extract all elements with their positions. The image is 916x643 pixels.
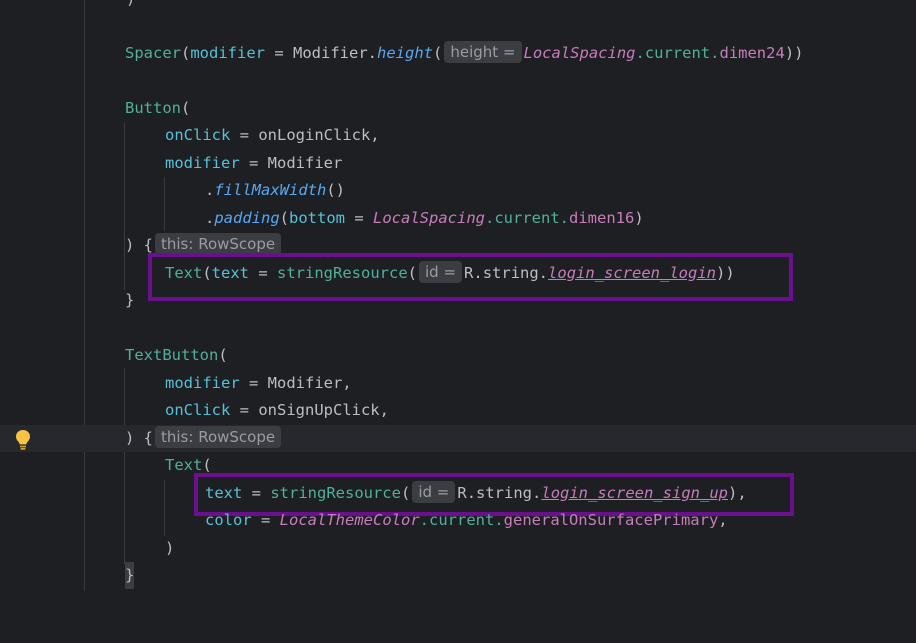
- code-color: color = LocalThemeColor.current.generalO…: [205, 511, 728, 529]
- code-text-open: Text(: [165, 456, 212, 474]
- code-line-text-open[interactable]: Text(: [0, 452, 916, 479]
- code-line-text-signup[interactable]: text = stringResource(id = R.string.login…: [0, 480, 916, 507]
- code-line-spacer[interactable]: Spacer(modifier = Modifier.height(height…: [0, 40, 916, 67]
- code-line-onclick[interactable]: onClick = onLoginClick,: [0, 122, 916, 149]
- code-line-modifier-2[interactable]: modifier = Modifier,: [0, 370, 916, 397]
- inlay-hint-rowscope: this: RowScope: [155, 426, 282, 448]
- code-line-lambda-open[interactable]: ) {this: RowScope: [0, 232, 916, 259]
- code-line-padding[interactable]: .padding(bottom = LocalSpacing.current.d…: [0, 205, 916, 232]
- code-line[interactable]: ): [0, 0, 916, 13]
- code-lambda-open-2: ) {this: RowScope: [125, 425, 283, 452]
- code-line-text-login[interactable]: Text(text = stringResource(id = R.string.…: [0, 260, 916, 287]
- code-textbutton: TextButton(: [125, 346, 228, 364]
- inlay-hint-rowscope: this: RowScope: [155, 233, 282, 255]
- code-lambda-open: ) {this: RowScope: [125, 232, 283, 259]
- inlay-hint-id: id =: [419, 261, 463, 283]
- closing-paren: ): [126, 0, 135, 13]
- code-line-close-brace-2[interactable]: }: [0, 562, 916, 589]
- inlay-hint-id: id =: [412, 481, 456, 503]
- code-line-modifier[interactable]: modifier = Modifier: [0, 150, 916, 177]
- inlay-hint: height =: [444, 41, 522, 63]
- matched-brace: }: [125, 562, 135, 589]
- closing-paren: ): [165, 539, 175, 557]
- code-text-signup: text = stringResource(id = R.string.login…: [205, 481, 747, 503]
- code-line-color[interactable]: color = LocalThemeColor.current.generalO…: [0, 507, 916, 534]
- code-text-login: Text(text = stringResource(id = R.string.…: [165, 261, 735, 283]
- code-padding: .padding(bottom = LocalSpacing.current.d…: [205, 209, 644, 227]
- code-line-textbutton[interactable]: TextButton(: [0, 342, 916, 369]
- code-line-onclick-2[interactable]: onClick = onSignUpClick,: [0, 397, 916, 424]
- code-line-current[interactable]: ) {this: RowScope: [0, 425, 916, 452]
- code-editor[interactable]: ) Spacer(modifier = Modifier.height(heig…: [0, 0, 916, 591]
- code-line-close-paren[interactable]: ): [0, 535, 916, 562]
- code-fillmaxwidth: .fillMaxWidth(): [205, 181, 345, 199]
- code-onclick: onClick = onLoginClick,: [165, 126, 380, 144]
- lightbulb-icon[interactable]: [14, 429, 32, 451]
- code-line-button[interactable]: Button(: [0, 95, 916, 122]
- code-onclick-2: onClick = onSignUpClick,: [165, 401, 389, 419]
- code-line-close-brace[interactable]: }: [0, 287, 916, 314]
- code-modifier: modifier = Modifier: [165, 154, 343, 172]
- code-line-fillmaxwidth[interactable]: .fillMaxWidth(): [0, 177, 916, 204]
- closing-brace: }: [125, 291, 135, 309]
- code-button: Button(: [125, 99, 191, 117]
- code-spacer: Spacer(modifier = Modifier.height(height…: [125, 41, 804, 63]
- code-modifier-2: modifier = Modifier,: [165, 374, 352, 392]
